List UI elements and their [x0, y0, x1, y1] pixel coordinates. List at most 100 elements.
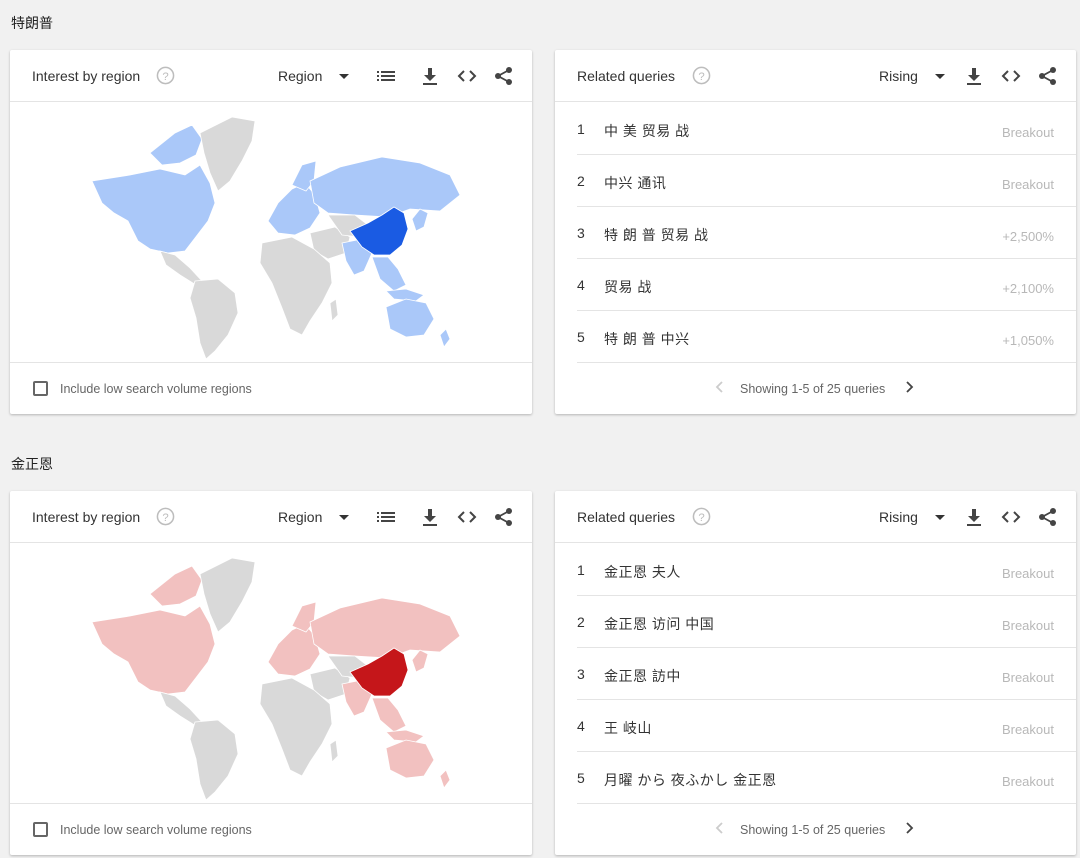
- query-row[interactable]: 5 特 朗 普 中兴 +1,050%: [577, 311, 1076, 363]
- madagascar-region[interactable]: [329, 298, 339, 322]
- central-america-region[interactable]: [159, 250, 203, 286]
- southeast-asia-region[interactable]: [371, 697, 407, 733]
- madagascar-region[interactable]: [329, 739, 339, 763]
- query-text[interactable]: 月曜 から 夜ふかし 金正恩: [604, 770, 777, 790]
- rising-select[interactable]: Rising: [879, 68, 918, 84]
- north-america-region[interactable]: [91, 605, 216, 695]
- query-row[interactable]: 1 金正恩 夫人 Breakout: [577, 544, 1076, 596]
- rising-select[interactable]: Rising: [879, 509, 918, 525]
- query-value: Breakout: [1001, 670, 1054, 685]
- download-icon[interactable]: [419, 506, 441, 528]
- card-header: Related queries ? Rising: [555, 50, 1076, 102]
- japan-korea-region[interactable]: [411, 649, 429, 673]
- query-text[interactable]: 中兴 通讯: [604, 173, 666, 193]
- pagination-text: Showing 1-5 of 25 queries: [740, 823, 886, 837]
- world-map: [10, 103, 532, 363]
- japan-korea-region[interactable]: [411, 208, 429, 232]
- svg-text:?: ?: [698, 512, 704, 524]
- north-america-region[interactable]: [91, 164, 216, 254]
- dropdown-caret-icon[interactable]: [935, 515, 945, 520]
- download-icon[interactable]: [419, 65, 441, 87]
- new-zealand-region[interactable]: [439, 328, 451, 348]
- embed-code-icon[interactable]: [1000, 65, 1022, 87]
- query-row[interactable]: 3 金正恩 訪中 Breakout: [577, 648, 1076, 700]
- chevron-left-icon[interactable]: [713, 380, 727, 394]
- chevron-right-icon[interactable]: [902, 380, 916, 394]
- share-icon[interactable]: [493, 65, 515, 87]
- canadian-islands-region[interactable]: [149, 124, 203, 166]
- embed-code-icon[interactable]: [456, 506, 478, 528]
- query-row[interactable]: 1 中 美 贸易 战 Breakout: [577, 103, 1076, 155]
- card-footer: Include low search volume regions: [10, 803, 532, 855]
- south-america-region[interactable]: [189, 719, 239, 801]
- embed-code-icon[interactable]: [456, 65, 478, 87]
- region-select[interactable]: Region: [278, 509, 322, 525]
- query-rank: 5: [577, 770, 585, 786]
- query-rank: 2: [577, 614, 585, 630]
- low-volume-checkbox[interactable]: [33, 822, 48, 837]
- query-text[interactable]: 特 朗 普 中兴: [604, 329, 690, 349]
- card-header: Interest by region ? Region: [10, 491, 532, 543]
- query-rank: 3: [577, 225, 585, 241]
- new-zealand-region[interactable]: [439, 769, 451, 789]
- query-value: +1,050%: [1002, 333, 1054, 348]
- query-text[interactable]: 特 朗 普 贸易 战: [604, 225, 709, 245]
- chevron-right-icon[interactable]: [902, 821, 916, 835]
- checkbox-label: Include low search volume regions: [60, 382, 252, 396]
- related-queries-card: Related queries ? Rising 1 中 美 贸易 战 Brea…: [555, 50, 1076, 414]
- help-icon[interactable]: ?: [156, 507, 175, 526]
- help-icon[interactable]: ?: [156, 66, 175, 85]
- query-row[interactable]: 2 金正恩 访问 中国 Breakout: [577, 596, 1076, 648]
- list-view-icon[interactable]: [375, 65, 397, 87]
- south-america-region[interactable]: [189, 278, 239, 360]
- embed-code-icon[interactable]: [1000, 506, 1022, 528]
- dropdown-caret-icon[interactable]: [339, 515, 349, 520]
- query-rank: 3: [577, 666, 585, 682]
- southeast-asia-region[interactable]: [371, 256, 407, 292]
- query-row[interactable]: 5 月曜 から 夜ふかし 金正恩 Breakout: [577, 752, 1076, 804]
- share-icon[interactable]: [1037, 65, 1059, 87]
- dropdown-caret-icon[interactable]: [339, 74, 349, 79]
- australia-region[interactable]: [385, 298, 435, 338]
- query-text[interactable]: 金正恩 訪中: [604, 666, 681, 686]
- help-icon[interactable]: ?: [692, 507, 711, 526]
- region-select[interactable]: Region: [278, 68, 322, 84]
- query-text[interactable]: 贸易 战: [604, 277, 652, 297]
- interest-by-region-card: Interest by region ? Region Include low …: [10, 50, 532, 414]
- world-map-svg: [91, 116, 461, 360]
- low-volume-checkbox[interactable]: [33, 381, 48, 396]
- central-america-region[interactable]: [159, 691, 203, 727]
- query-text[interactable]: 金正恩 访问 中国: [604, 614, 714, 634]
- download-icon[interactable]: [963, 506, 985, 528]
- query-value: Breakout: [1001, 774, 1054, 789]
- query-value: Breakout: [1001, 177, 1054, 192]
- card-header: Interest by region ? Region: [10, 50, 532, 102]
- share-icon[interactable]: [493, 506, 515, 528]
- query-value: Breakout: [1001, 125, 1054, 140]
- query-value: Breakout: [1001, 722, 1054, 737]
- russia-region[interactable]: [309, 597, 461, 659]
- query-text[interactable]: 王 岐山: [604, 718, 652, 738]
- query-row[interactable]: 3 特 朗 普 贸易 战 +2,500%: [577, 207, 1076, 259]
- list-view-icon[interactable]: [375, 506, 397, 528]
- svg-text:?: ?: [698, 71, 704, 83]
- query-row[interactable]: 4 王 岐山 Breakout: [577, 700, 1076, 752]
- dropdown-caret-icon[interactable]: [935, 74, 945, 79]
- canadian-islands-region[interactable]: [149, 565, 203, 607]
- query-text[interactable]: 中 美 贸易 战: [604, 121, 690, 141]
- help-icon[interactable]: ?: [692, 66, 711, 85]
- query-row[interactable]: 2 中兴 通讯 Breakout: [577, 155, 1076, 207]
- card-title: Related queries: [577, 509, 676, 525]
- svg-text:?: ?: [162, 71, 168, 83]
- pagination: Showing 1-5 of 25 queries: [555, 362, 1076, 414]
- query-rank: 4: [577, 277, 585, 293]
- query-value: +2,500%: [1002, 229, 1054, 244]
- interest-by-region-card: Interest by region ? Region Include low …: [10, 491, 532, 855]
- download-icon[interactable]: [963, 65, 985, 87]
- russia-region[interactable]: [309, 156, 461, 218]
- query-text[interactable]: 金正恩 夫人: [604, 562, 681, 582]
- australia-region[interactable]: [385, 739, 435, 779]
- share-icon[interactable]: [1037, 506, 1059, 528]
- query-row[interactable]: 4 贸易 战 +2,100%: [577, 259, 1076, 311]
- chevron-left-icon[interactable]: [713, 821, 727, 835]
